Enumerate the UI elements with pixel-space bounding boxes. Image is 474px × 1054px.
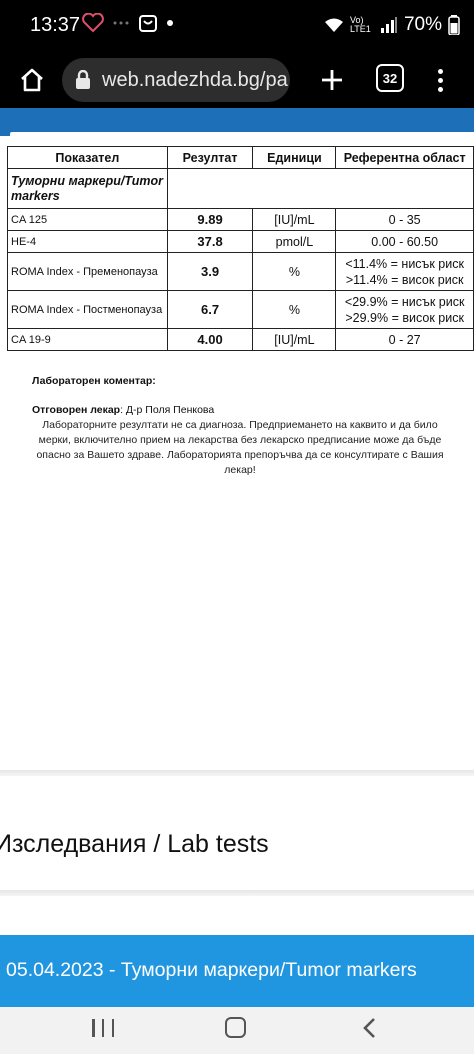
row-name: HE-4 [7, 230, 168, 253]
row-unit: % [252, 252, 337, 291]
url-text: web.nadezhda.bg/pa [102, 69, 288, 91]
lock-icon [76, 70, 90, 89]
plus-icon [322, 70, 342, 90]
table-header-row: Показател Резултат Единици Референтна об… [7, 146, 474, 169]
row-value: 3.9 [166, 252, 254, 291]
disclaimer-text: Лабораторните резултати не са диагноза. … [36, 419, 444, 476]
header-reference: Референтна област [335, 146, 474, 169]
row-value: 6.7 [166, 290, 254, 329]
heart-icon [82, 13, 104, 33]
menu-dot [437, 77, 443, 83]
section-spacer [167, 168, 253, 209]
network-label: Vo) LTE1 [349, 15, 371, 34]
system-nav-bar [0, 1007, 474, 1054]
row-reference: <29.9% = нисък риск >29.9% = висок риск [335, 290, 474, 329]
system-home-button[interactable] [225, 1017, 246, 1038]
section-spacer [252, 168, 336, 209]
row-reference: 0 - 35 [335, 208, 474, 231]
section-divider [0, 770, 474, 776]
browser-toolbar: web.nadezhda.bg/pa 32 [0, 52, 474, 108]
recent-apps-button[interactable] [92, 1017, 114, 1039]
section-row: Туморни маркери/Tumor markers [7, 168, 474, 209]
row-reference: 0.00 - 60.50 [335, 230, 474, 253]
menu-dot [437, 68, 443, 74]
responsible-doctor: Отговорен лекар: Д-р Поля Пенкова [32, 404, 214, 416]
row-unit: [IU]/mL [252, 328, 337, 351]
lab-test-entry[interactable]: 05.04.2023 - Туморни маркери/Tumor marke… [0, 935, 474, 1007]
table-row: CA 19-9 4.00 [IU]/mL 0 - 27 [7, 328, 474, 351]
reference-line: <11.4% = нисък риск [345, 256, 464, 271]
recent-apps-icon [101, 1019, 105, 1037]
row-unit: pmol/L [252, 230, 337, 253]
row-reference: 0 - 27 [335, 328, 474, 351]
row-value: 9.89 [166, 208, 254, 231]
row-name: ROMA Index - Постменопауза [7, 290, 168, 329]
row-value: 4.00 [166, 328, 254, 351]
battery-level: 70% [403, 14, 442, 35]
status-bar: 13:37 Vo) LTE1 70% [0, 0, 474, 52]
menu-dot [437, 86, 443, 92]
section-spacer [335, 168, 474, 209]
home-icon [21, 68, 43, 92]
table-row: CA 125 9.89 [IU]/mL 0 - 35 [7, 208, 474, 231]
lab-tests-title: Изследвания / Lab tests [0, 830, 269, 858]
row-unit: [IU]/mL [252, 208, 337, 231]
row-reference: <11.4% = нисък риск >11.4% = висок риск [335, 252, 474, 291]
home-button[interactable] [12, 60, 52, 100]
address-bar[interactable]: web.nadezhda.bg/pa [62, 58, 290, 102]
reference-line: <29.9% = нисък риск [344, 294, 465, 309]
header-units: Единици [252, 146, 337, 169]
new-tab-button[interactable] [312, 60, 352, 100]
doctor-label: Отговорен лекар [32, 404, 121, 416]
table-row: ROMA Index - Постменопауза 6.7 % <29.9% … [7, 290, 474, 329]
status-right: Vo) LTE1 70% [324, 14, 460, 36]
recent-apps-icon [92, 1019, 95, 1037]
dot-icon [167, 20, 173, 26]
signal-icon [380, 17, 397, 33]
row-name: CA 125 [7, 208, 168, 231]
row-value: 37.8 [166, 230, 254, 253]
lab-test-entry-label: 05.04.2023 - Туморни маркери/Tumor marke… [6, 959, 417, 981]
lab-comment-label: Лабораторен коментар: [32, 375, 156, 387]
section-label: Туморни маркери/Tumor markers [7, 168, 168, 209]
back-icon[interactable] [360, 1016, 380, 1040]
row-unit: % [252, 290, 337, 329]
doctor-name: : Д-р Поля Пенкова [120, 404, 215, 416]
shopping-bag-icon [139, 15, 157, 32]
notification-icons [82, 13, 174, 33]
tab-switcher-button[interactable]: 32 [376, 64, 404, 92]
recent-apps-icon [111, 1019, 114, 1037]
wifi-icon [324, 18, 343, 32]
header-indicator: Показател [7, 146, 168, 169]
results-table: Показател Резултат Единици Референтна об… [7, 146, 474, 351]
row-name: CA 19-9 [7, 328, 168, 351]
menu-button[interactable] [428, 62, 452, 98]
reference-line: >29.9% = висок риск [345, 310, 464, 325]
battery-icon [448, 15, 460, 35]
status-time: 13:37 [30, 14, 81, 36]
reference-line: >11.4% = висок риск [345, 272, 464, 287]
row-name: ROMA Index - Пременопауза [7, 252, 168, 291]
header-band [0, 108, 474, 136]
header-result: Резултат [166, 146, 254, 169]
table-row: HE-4 37.8 pmol/L 0.00 - 60.50 [7, 230, 474, 253]
app-dots-icon [113, 21, 129, 25]
section-divider [0, 890, 474, 896]
header-band-edge [10, 132, 474, 136]
table-row: ROMA Index - Пременопауза 3.9 % <11.4% =… [7, 252, 474, 291]
